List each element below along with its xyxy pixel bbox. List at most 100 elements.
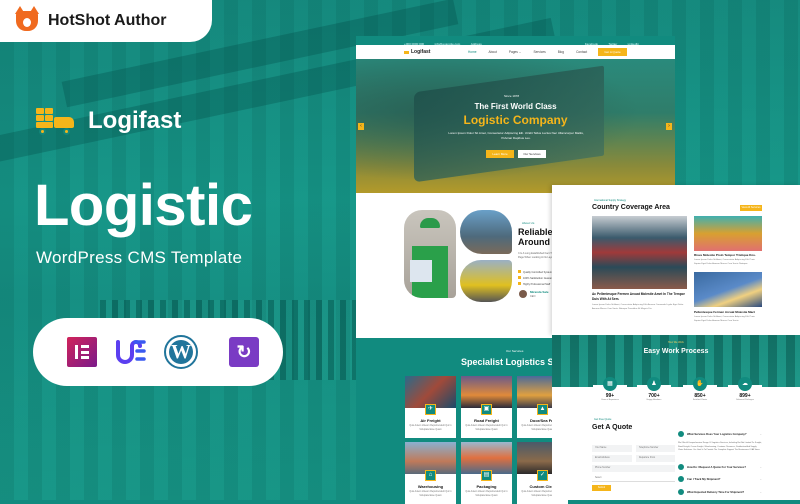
handshake-icon: ✋ [693,377,707,391]
stat-card: ▦ 99+ Years of Experience [593,377,627,413]
preview-services: Our Services Specialist Logistics Serv ✈… [356,338,568,504]
faq-item[interactable]: What Expected Delivery Time For Shipment… [678,489,762,495]
delivery-icon: ☁ [738,377,752,391]
stat-card: ☁ 899+ Delivered Packages [728,377,762,413]
process-tag: How We Work [668,341,684,344]
faq-icon [678,476,684,482]
select-dropdown[interactable]: Select [592,475,675,482]
nav-contact[interactable]: Contact [576,50,587,54]
hero-title-line1: The First World Class [474,102,557,111]
check-icon [518,270,521,273]
brand-logo: Logifast [36,107,181,135]
warehouse-icon: ⌂ [425,470,436,481]
van-image [460,260,512,302]
brand-name: Logifast [88,107,182,134]
author-badge-label: HotShot Author [48,12,167,29]
nav-home[interactable]: Home [468,50,477,54]
slider-prev-arrow[interactable]: ‹ [358,123,364,130]
faq-icon [678,489,684,495]
coverage-tag: International Supply Strategy [594,199,627,202]
coverage-title: Country Coverage Area [592,204,670,211]
hero-title-line2: Logistic Company [463,113,568,127]
view-all-button[interactable]: View All Services → [740,205,762,215]
email-field[interactable]: Email Address [592,455,632,462]
preview-about: About Us Reliable T Around T It Is A Long… [356,193,561,338]
truck-icon: ▣ [481,404,492,415]
worker-image [404,210,456,298]
logo-icon [404,50,409,54]
phone-field[interactable]: Phone Number [592,465,675,472]
preview-logo[interactable]: Logifast [404,49,468,55]
preview-quote: Get Free Quote Get A Quote Your Name Tel… [552,413,800,500]
check-icon [518,282,521,285]
elementor-icon [67,337,97,367]
faq-icon [678,464,684,470]
person-role: CEO [530,295,536,298]
coverage-side-desc: Lorem Ipsum Dolor Sit Amet, Consectetur … [694,316,755,322]
departure-field[interactable]: Departure From [636,455,675,462]
coverage-side-desc: Lorem Ipsum Dolor Sit Amet, Consectetur … [694,259,755,265]
quote-title: Get A Quote [592,424,633,431]
fox-icon [15,6,39,31]
service-card[interactable]: ⌂ Warehousing Quis Autem Veleum Reprehen… [405,442,456,504]
product-headline: Logistic [34,173,253,238]
plane-icon: ✈ [425,404,436,415]
stat-card: ✋ 850+ Satisfied Clients [683,377,717,413]
hero-paragraph: Lorem Ipsum Dolor Sit Amet, Consectetur … [448,131,584,140]
faq-item[interactable]: What Services Does Your Logistics Compan… [678,431,762,437]
quote-tag: Get Free Quote [594,418,612,421]
check-icon: ✓ [537,470,548,481]
faq-item[interactable]: How Do I Request A Quote For Your Servic… [678,464,762,470]
product-subline: WordPress CMS Template [36,248,243,267]
nav-quote-button[interactable]: Get A Quote [598,48,627,56]
faq-answer: We Offer A Comprehensive Range Of Logist… [678,442,762,451]
nav-blog[interactable]: Blog [558,50,564,54]
preview-coverage: International Supply Strategy Country Co… [552,185,800,335]
coverage-side-caption[interactable]: Risus Molestie Proin Tempor Tristique Do… [694,253,762,257]
preview-topbar: +000 0000 000 info@example.com Address F… [356,36,675,46]
coverage-main-desc: Lorem Ipsum Dolor Sit Amet, Consectetur … [592,304,684,310]
train-image [460,210,512,254]
chevron-down-icon: ⌄ [759,491,762,494]
port-image[interactable] [694,272,762,307]
author-badge[interactable]: HotShot Author [0,0,212,42]
faq-icon [678,431,684,437]
about-tag: About Us [522,221,535,225]
person-name: Miranda Sale [530,290,549,294]
nav-about[interactable]: About [489,50,497,54]
faq-item[interactable]: Can I Track My Shipment? ⌄ [678,476,762,482]
coverage-side-caption[interactable]: Pellentesque Fermen Arcuat Molestie Mact [694,310,762,314]
avatar [519,290,527,298]
chevron-down-icon: ⌄ [759,433,762,436]
service-card[interactable]: ▣ Road Freight Quis Autem Veleum Reprehe… [461,376,512,438]
our-services-button[interactable]: Our Services [518,150,546,158]
about-list-item: 100% Satisfaction Guarantee [518,276,556,280]
preview-process: How We Work Easy Work Process ▦ 99+ Year… [552,335,800,413]
about-list-item: Highly Professional Staff [518,282,550,286]
hero-tag: Since 1978 [504,94,520,98]
service-card[interactable]: ✈ Air Freight Quis Autem Veleum Reprehen… [405,376,456,438]
team-icon: ♟ [647,377,661,391]
service-card[interactable]: ▤ Packaging Quis Autem Veleum Reprehende… [461,442,512,504]
calendar-icon: ▦ [603,377,617,391]
stat-card: ♟ 700+ Happy Members [637,377,671,413]
crane-image[interactable] [694,216,762,251]
slider-next-arrow[interactable]: › [666,123,672,130]
name-field[interactable]: Your Name [592,445,632,452]
nav-pages[interactable]: Pages ⌄ [509,50,522,54]
learn-more-button[interactable]: Learn More [486,150,514,158]
preview-hero: Since 1978 The First World Class Logisti… [356,59,675,193]
submit-button[interactable]: Submit [592,485,611,491]
about-list-item: Quality Controlled System [518,270,552,274]
preview-navbar: Logifast Home About Pages ⌄ Services Blo… [356,45,675,59]
telephone-field[interactable]: Telephone Number [636,445,675,452]
coverage-main-caption[interactable]: Ac Pellentesque Fermen Arcuat Molestie A… [592,292,687,302]
wordpress-icon: W [164,335,198,369]
services-tag: Our Services [506,349,524,353]
check-icon [518,276,521,279]
process-title: Easy Work Process [643,348,709,355]
ship-icon: ▲ [537,404,548,415]
nav-services[interactable]: Services [533,50,545,54]
package-icon: ▤ [481,470,492,481]
cargo-ship-image[interactable] [592,216,687,289]
